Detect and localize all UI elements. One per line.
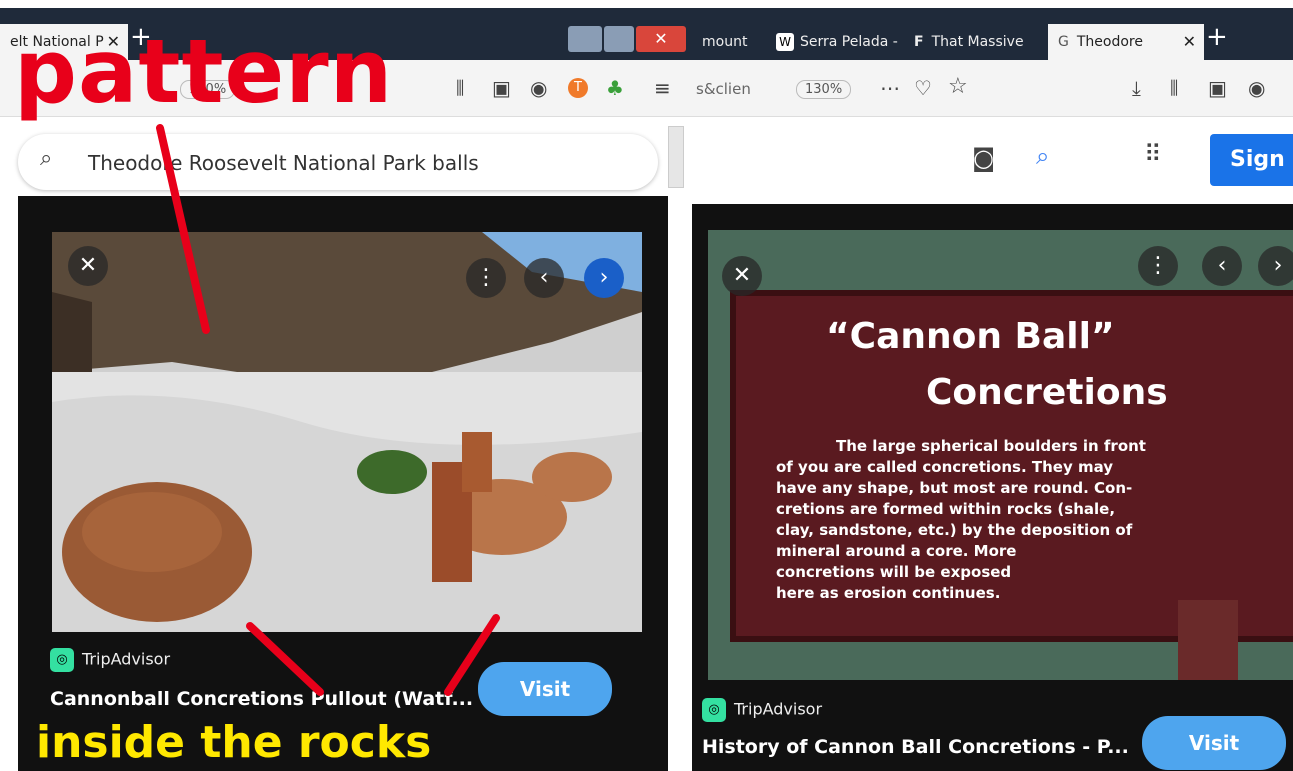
- pocket-icon[interactable]: ♡: [914, 76, 932, 100]
- visit-button[interactable]: Visit: [1142, 716, 1286, 770]
- right-toolbar: s&clien 130% ⋯ ♡ ☆ ⤓ ⫼ ▣ ◉: [692, 60, 1293, 117]
- source-label: TripAdvisor: [734, 699, 823, 719]
- image-preview-panel: ✕ ⋮ ‹ › ◎ TripAdvisor Cannonball Concreti…: [18, 196, 668, 771]
- sign-body: The large spherical boulders in front of…: [776, 436, 1293, 604]
- search-input[interactable]: Theodore Roosevelt National Park balls: [88, 151, 479, 175]
- sign-photo: “Cannon Ball” Concretions The large sphe…: [708, 230, 1293, 680]
- extension-icon[interactable]: ◉: [530, 76, 547, 100]
- camera-search-icon[interactable]: ◙: [972, 144, 995, 172]
- tab-mount[interactable]: mount: [692, 24, 774, 60]
- close-tab-icon[interactable]: ✕: [1183, 24, 1196, 60]
- tab-label: Serra Pelada -: [800, 34, 898, 50]
- menu-icon[interactable]: ≡: [654, 76, 671, 100]
- sign-line: The large spherical boulders in front: [836, 437, 1146, 455]
- more-options-icon[interactable]: ⋮: [466, 258, 506, 298]
- f-favicon-icon: F: [914, 34, 924, 50]
- close-preview-button[interactable]: ✕: [722, 256, 762, 296]
- sidebar-icon[interactable]: ▣: [1208, 76, 1227, 100]
- sign-line: cretions are formed within rocks (shale,: [776, 500, 1116, 518]
- right-tab-strip: mount W Serra Pelada - F That Massive G The…: [692, 8, 1293, 60]
- close-window-button[interactable]: ✕: [636, 26, 686, 52]
- search-icon[interactable]: ⌕: [40, 146, 52, 171]
- zoom-level[interactable]: 130%: [796, 80, 852, 99]
- sign-in-button[interactable]: Sign: [1210, 134, 1293, 186]
- maximize-button[interactable]: [604, 26, 634, 52]
- search-icon[interactable]: ⌕: [1036, 142, 1049, 170]
- minimize-button[interactable]: [568, 26, 602, 52]
- sign-title-1: “Cannon Ball”: [826, 316, 1115, 357]
- tab-theodore[interactable]: G Theodore ✕: [1048, 24, 1204, 60]
- sign-line: of you are called concretions. They may: [776, 458, 1114, 476]
- sign-line: clay, sandstone, etc.) by the deposition…: [776, 521, 1133, 539]
- result-title[interactable]: History of Cannon Ball Concretions - P..…: [702, 736, 1129, 758]
- new-tab-button[interactable]: +: [1206, 22, 1228, 52]
- sign-line: mineral around a core. More: [776, 542, 1017, 560]
- sign-line: concretions will be exposed: [776, 563, 1012, 581]
- result-source[interactable]: ◎ TripAdvisor: [50, 648, 170, 672]
- sign-line: have any shape, but most are round. Con-: [776, 479, 1133, 497]
- image-search-bar[interactable]: ⌕ Theodore Roosevelt National Park balls: [18, 134, 658, 190]
- previous-image-button[interactable]: ‹: [1202, 246, 1242, 286]
- page-actions-icon[interactable]: ⋯: [880, 76, 900, 100]
- right-browser-window: mount W Serra Pelada - F That Massive G The…: [692, 0, 1293, 771]
- tab-that-massive[interactable]: F That Massive: [904, 24, 1048, 60]
- tripadvisor-logo-icon: ◎: [702, 698, 726, 722]
- apps-grid-icon[interactable]: ⠿: [1144, 140, 1162, 168]
- sidebar-icon[interactable]: ▣: [492, 76, 511, 100]
- source-label: TripAdvisor: [82, 649, 171, 669]
- library-icon[interactable]: ⫼: [456, 78, 464, 99]
- tab-label: Theodore: [1076, 34, 1143, 50]
- scrollbar[interactable]: [668, 126, 684, 188]
- more-options-icon[interactable]: ⋮: [1138, 246, 1178, 286]
- window-controls: ✕: [568, 26, 686, 52]
- extension-icon[interactable]: ◉: [1248, 76, 1265, 100]
- address-bar[interactable]: s&clien: [696, 80, 751, 98]
- tab-label: That Massive: [931, 34, 1024, 50]
- next-image-button[interactable]: ›: [584, 258, 624, 298]
- download-icon[interactable]: ⤓: [1132, 76, 1141, 100]
- close-preview-button[interactable]: ✕: [68, 246, 108, 286]
- sign-post: [1178, 600, 1238, 680]
- wikipedia-favicon-icon: W: [776, 33, 794, 51]
- tripadvisor-logo-icon: ◎: [50, 648, 74, 672]
- orange-extension-icon[interactable]: T: [568, 78, 588, 98]
- tab-label: mount: [702, 34, 748, 50]
- leaf-extension-icon[interactable]: ♣: [606, 76, 624, 100]
- previous-image-button[interactable]: ‹: [524, 258, 564, 298]
- annotation-inside-the-rocks: inside the rocks: [36, 717, 432, 768]
- sign-board: “Cannon Ball” Concretions The large sphe…: [730, 290, 1293, 642]
- result-source[interactable]: ◎ TripAdvisor: [702, 698, 822, 722]
- annotation-pattern: pattern: [14, 20, 394, 123]
- tab-serra-pelada[interactable]: W Serra Pelada -: [766, 24, 912, 60]
- sign-title-2: Concretions: [926, 372, 1168, 413]
- library-icon[interactable]: ⫼: [1170, 78, 1178, 99]
- visit-button[interactable]: Visit: [478, 662, 612, 716]
- next-image-button[interactable]: ›: [1258, 246, 1293, 286]
- google-favicon-icon: G: [1058, 34, 1069, 50]
- image-preview-panel: “Cannon Ball” Concretions The large sphe…: [692, 204, 1293, 771]
- result-title[interactable]: Cannonball Concretions Pullout (Watf...: [50, 688, 473, 710]
- bookmark-star-icon[interactable]: ☆: [948, 74, 968, 99]
